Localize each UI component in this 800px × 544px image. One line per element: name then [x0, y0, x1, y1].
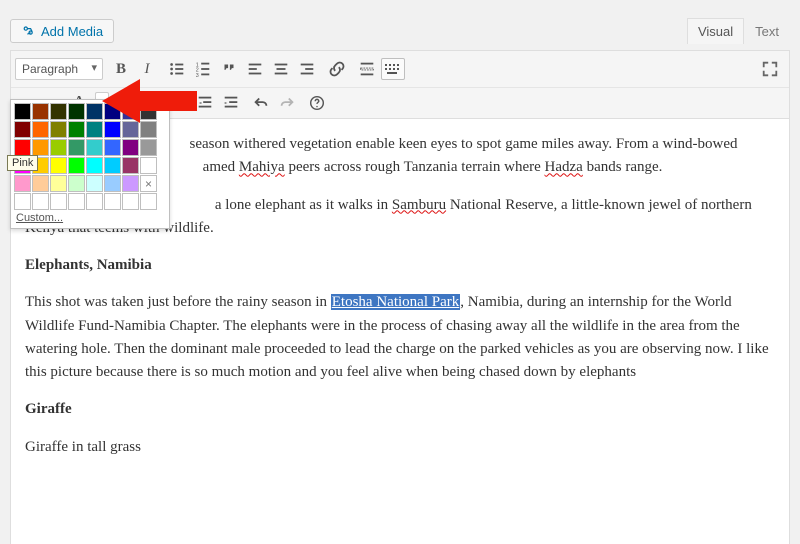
text: This shot was taken just before the rain…	[25, 294, 331, 310]
add-media-button[interactable]: Add Media	[10, 19, 114, 43]
color-swatch[interactable]	[50, 157, 67, 174]
align-center-button[interactable]	[269, 57, 293, 81]
color-tooltip: Pink	[7, 155, 38, 171]
special-character-button[interactable]: Ω	[167, 91, 191, 115]
color-swatch[interactable]	[122, 121, 139, 138]
heading-giraffe[interactable]: Giraffe	[25, 398, 775, 421]
color-swatch[interactable]	[86, 103, 103, 120]
toolbar-toggle-button[interactable]	[381, 57, 405, 81]
color-swatch[interactable]	[104, 157, 121, 174]
empty-swatch	[14, 193, 31, 210]
color-swatch[interactable]	[50, 175, 67, 192]
outdent-button[interactable]	[193, 91, 217, 115]
color-swatch[interactable]	[32, 139, 49, 156]
color-swatch[interactable]	[140, 139, 157, 156]
media-and-tabs-row: Add Media Visual Text	[10, 18, 790, 44]
color-swatch[interactable]	[122, 175, 139, 192]
keyboard-icon	[381, 58, 405, 80]
color-swatch[interactable]	[14, 139, 31, 156]
color-swatch[interactable]	[32, 103, 49, 120]
custom-color-button[interactable]: Custom...	[16, 212, 63, 224]
toolbar: Paragraph B I 123 ABC A ▼ T Ω	[10, 50, 790, 119]
help-button[interactable]	[305, 91, 329, 115]
color-swatch[interactable]	[122, 103, 139, 120]
heading-elephants-namibia[interactable]: Elephants, Namibia	[25, 254, 775, 277]
color-swatch[interactable]	[32, 175, 49, 192]
fullscreen-toggle-button[interactable]	[755, 54, 785, 84]
misspelled-word[interactable]: Hadza	[545, 159, 583, 175]
color-swatch[interactable]	[104, 121, 121, 138]
redo-button[interactable]	[275, 91, 299, 115]
color-swatch[interactable]	[68, 103, 85, 120]
blockquote-button[interactable]	[217, 57, 241, 81]
body-paragraph[interactable]: This shot was taken just before the rain…	[25, 291, 775, 384]
format-select-wrap[interactable]: Paragraph	[15, 58, 103, 80]
tab-visual[interactable]: Visual	[687, 18, 744, 44]
color-swatch[interactable]	[86, 121, 103, 138]
color-swatch[interactable]	[50, 139, 67, 156]
color-swatch[interactable]	[68, 157, 85, 174]
empty-swatch	[50, 193, 67, 210]
color-swatch[interactable]	[86, 157, 103, 174]
empty-swatch	[140, 193, 157, 210]
editor-mode-tabs: Visual Text	[687, 18, 790, 44]
color-swatch[interactable]	[14, 175, 31, 192]
bold-button[interactable]: B	[109, 57, 133, 81]
color-swatch[interactable]	[68, 121, 85, 138]
read-more-button[interactable]	[355, 57, 379, 81]
align-left-button[interactable]	[243, 57, 267, 81]
undo-button[interactable]	[249, 91, 273, 115]
format-select[interactable]: Paragraph	[15, 58, 103, 80]
empty-swatch	[122, 193, 139, 210]
color-swatch[interactable]	[14, 103, 31, 120]
color-swatch[interactable]	[50, 103, 67, 120]
ordered-list-button[interactable]: 123	[191, 57, 215, 81]
text: a lone elephant as it walks in	[211, 197, 392, 213]
body-paragraph[interactable]: Giraffe in tall grass	[25, 436, 775, 459]
color-swatch[interactable]	[140, 157, 157, 174]
tab-text[interactable]: Text	[744, 18, 790, 44]
color-swatch[interactable]	[104, 103, 121, 120]
indent-button[interactable]	[219, 91, 243, 115]
misspelled-word[interactable]: Samburu	[392, 197, 446, 213]
italic-button[interactable]: I	[135, 57, 159, 81]
svg-text:3: 3	[196, 73, 199, 78]
empty-swatch	[32, 193, 49, 210]
link-button[interactable]	[325, 57, 349, 81]
color-swatch[interactable]	[68, 139, 85, 156]
editor-wrap: Add Media Visual Text Paragraph B I 123	[0, 0, 800, 544]
media-icon	[21, 23, 37, 39]
color-swatch[interactable]	[140, 103, 157, 120]
color-swatch[interactable]	[140, 121, 157, 138]
color-swatch[interactable]	[68, 175, 85, 192]
color-swatch[interactable]	[32, 121, 49, 138]
color-swatch[interactable]	[14, 121, 31, 138]
empty-swatch	[68, 193, 85, 210]
color-swatch[interactable]	[122, 139, 139, 156]
color-swatch[interactable]	[50, 121, 67, 138]
no-color-swatch[interactable]: ×	[140, 175, 157, 192]
color-swatch[interactable]	[122, 157, 139, 174]
unordered-list-button[interactable]	[165, 57, 189, 81]
text: bands range.	[583, 159, 663, 175]
text: amed	[203, 159, 239, 175]
color-swatch[interactable]	[86, 139, 103, 156]
color-swatch[interactable]	[86, 175, 103, 192]
align-right-button[interactable]	[295, 57, 319, 81]
empty-swatch	[104, 193, 121, 210]
color-swatch[interactable]	[104, 139, 121, 156]
color-swatch[interactable]	[104, 175, 121, 192]
empty-swatch	[86, 193, 103, 210]
text: peers across rough Tanzania terrain wher…	[285, 159, 545, 175]
selected-link-etosha[interactable]: Etosha National Park	[331, 294, 460, 310]
text: season withered vegetation enable keen e…	[189, 136, 737, 152]
misspelled-word[interactable]: Mahiya	[239, 159, 285, 175]
add-media-label: Add Media	[41, 24, 103, 39]
toolbar-row-1: Paragraph B I 123	[11, 51, 789, 88]
